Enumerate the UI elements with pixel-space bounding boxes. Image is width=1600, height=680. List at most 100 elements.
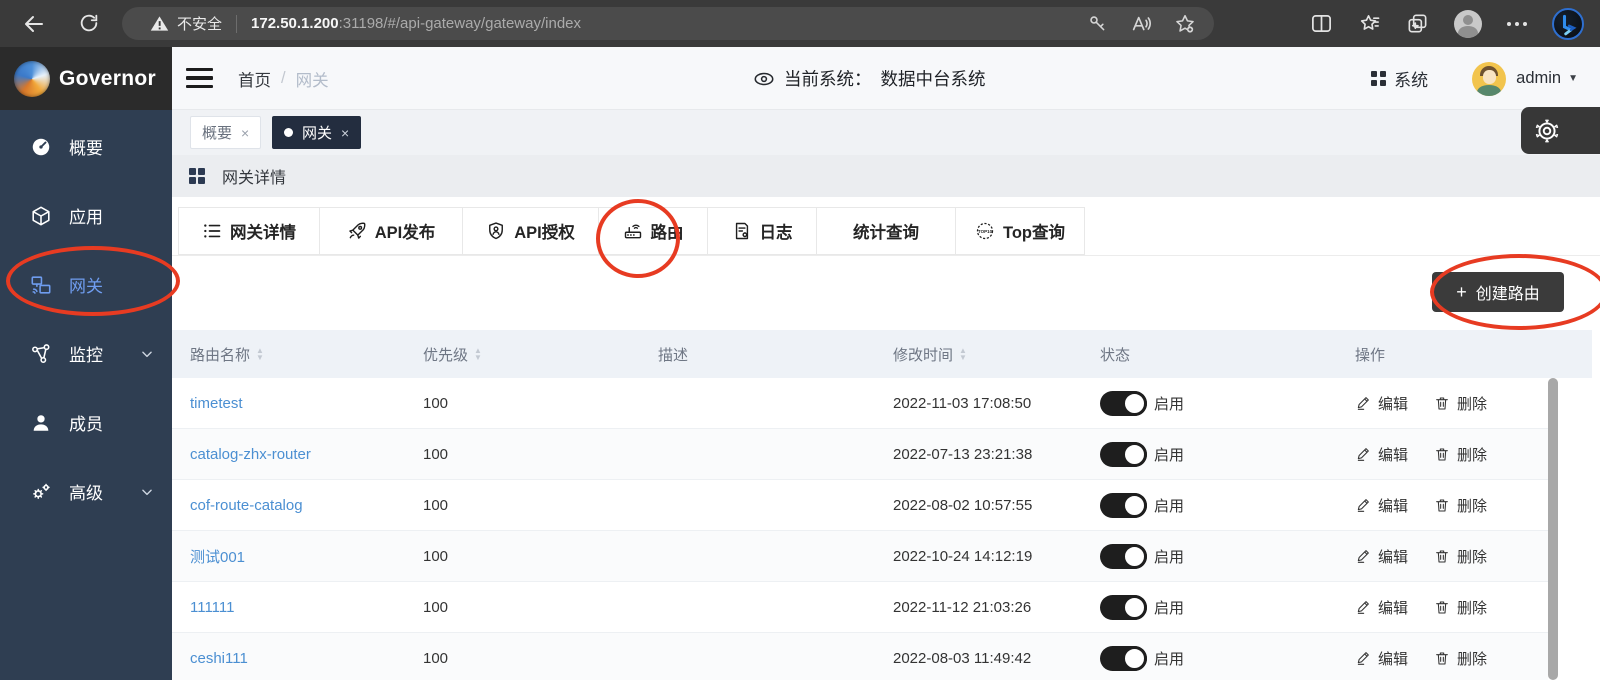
collapse-menu-icon[interactable] (186, 68, 213, 88)
delete-button[interactable]: 删除 (1434, 444, 1487, 465)
tab-stats-query[interactable]: 统计查询 (817, 207, 956, 255)
delete-button[interactable]: 删除 (1434, 495, 1487, 516)
delete-button[interactable]: 删除 (1434, 393, 1487, 414)
edit-label: 编辑 (1378, 546, 1408, 567)
route-priority: 100 (405, 446, 640, 463)
create-route-button[interactable]: + 创建路由 (1432, 272, 1564, 312)
security-label[interactable]: 不安全 (177, 13, 222, 34)
route-name-link[interactable]: 111111 (190, 599, 235, 616)
favorites-icon[interactable] (1358, 12, 1381, 35)
tab-gateway-detail[interactable]: 网关详情 (178, 207, 320, 255)
delete-button[interactable]: 删除 (1434, 546, 1487, 567)
browser-back-icon[interactable] (22, 12, 46, 36)
address-bar[interactable]: 不安全 172.50.1.200 :31198/#/api-gateway/ga… (122, 7, 1214, 40)
eye-icon[interactable] (753, 68, 775, 90)
close-icon[interactable]: × (241, 125, 249, 141)
table-row: timetest 100 2022-11-03 17:08:50 启用 编辑 删… (172, 378, 1548, 429)
system-menu[interactable]: 系统 (1371, 66, 1428, 91)
route-name-link[interactable]: ceshi111 (190, 650, 248, 667)
sidebar-item-gateway[interactable]: 网关 (0, 250, 172, 319)
theme-settings-button[interactable] (1521, 107, 1600, 154)
browser-more-icon[interactable] (1507, 22, 1527, 26)
user-caret-down-icon[interactable]: ▼ (1568, 73, 1578, 84)
delete-button[interactable]: 删除 (1434, 648, 1487, 669)
tab-top-query[interactable]: TOP10 Top查询 (956, 207, 1085, 255)
edit-button[interactable]: 编辑 (1355, 597, 1408, 618)
status-toggle[interactable] (1100, 646, 1147, 671)
edit-button[interactable]: 编辑 (1355, 546, 1408, 567)
table-row: cof-route-catalog 100 2022-08-02 10:57:5… (172, 480, 1548, 531)
sidebar-item-label: 网关 (69, 272, 103, 297)
username[interactable]: admin (1516, 69, 1561, 88)
status-label: 启用 (1154, 495, 1184, 516)
collections-icon[interactable] (1406, 12, 1429, 35)
section-title: 网关详情 (222, 164, 286, 188)
brand-name: Governor (59, 67, 156, 91)
table-scrollbar[interactable] (1548, 378, 1558, 680)
status-toggle[interactable] (1100, 391, 1147, 416)
tab-logs[interactable]: 日志 (708, 207, 817, 255)
route-name-link[interactable]: cof-route-catalog (190, 497, 303, 514)
chevron-down-icon[interactable] (140, 347, 154, 361)
breadcrumb-home[interactable]: 首页 (238, 67, 271, 91)
sort-icon[interactable]: ▲▼ (256, 347, 264, 361)
chevron-down-icon[interactable] (140, 485, 154, 499)
sidebar-item-members[interactable]: 成员 (0, 388, 172, 457)
sort-icon[interactable]: ▲▼ (959, 347, 967, 361)
url-path[interactable]: :31198/#/api-gateway/gateway/index (339, 15, 581, 32)
url-host[interactable]: 172.50.1.200 (251, 15, 339, 32)
tab-chip-overview[interactable]: 概要 × (190, 116, 261, 149)
status-toggle[interactable] (1100, 544, 1147, 569)
sort-icon[interactable]: ▲▼ (474, 347, 482, 361)
delete-button[interactable]: 删除 (1434, 597, 1487, 618)
route-name-link[interactable]: 测试001 (190, 546, 245, 567)
tab-label: API授权 (514, 219, 575, 243)
edit-button[interactable]: 编辑 (1355, 648, 1408, 669)
brand-logo[interactable]: Governor (0, 47, 172, 110)
system-menu-label: 系统 (1394, 66, 1428, 91)
bing-chat-icon[interactable] (1552, 8, 1584, 40)
sidebar-item-advanced[interactable]: 高级 (0, 457, 172, 526)
column-header-name[interactable]: 路由名称 ▲▼ (172, 344, 405, 365)
edit-button[interactable]: 编辑 (1355, 393, 1408, 414)
browser-profile-avatar[interactable] (1454, 10, 1482, 38)
tab-label: 统计查询 (853, 219, 919, 243)
tab-api-publish[interactable]: API发布 (320, 207, 463, 255)
route-priority: 100 (405, 650, 640, 667)
column-header-status: 状态 (1082, 344, 1337, 365)
user-avatar[interactable] (1472, 62, 1506, 96)
cube-icon (30, 205, 52, 227)
column-header-priority[interactable]: 优先级 ▲▼ (405, 344, 640, 365)
sidebar-item-apps[interactable]: 应用 (0, 181, 172, 250)
close-icon[interactable]: × (341, 125, 349, 141)
edit-button[interactable]: 编辑 (1355, 444, 1408, 465)
browser-toolbar: 不安全 172.50.1.200 :31198/#/api-gateway/ga… (0, 0, 1600, 47)
password-key-icon[interactable] (1087, 13, 1108, 34)
browser-refresh-icon[interactable] (78, 12, 102, 36)
column-header-modified[interactable]: 修改时间 ▲▼ (875, 344, 1082, 365)
status-toggle[interactable] (1100, 493, 1147, 518)
edit-button[interactable]: 编辑 (1355, 495, 1408, 516)
tab-routes[interactable]: 路由 (599, 207, 708, 255)
column-label: 路由名称 (190, 344, 250, 365)
split-screen-icon[interactable] (1310, 12, 1333, 35)
status-toggle[interactable] (1100, 595, 1147, 620)
status-toggle[interactable] (1100, 442, 1147, 467)
sidebar-item-monitor[interactable]: 监控 (0, 319, 172, 388)
apps-grid-icon (1371, 71, 1386, 86)
governor-logo-icon (14, 61, 50, 97)
table-body: timetest 100 2022-11-03 17:08:50 启用 编辑 删… (172, 378, 1548, 680)
tab-api-auth[interactable]: API授权 (463, 207, 599, 255)
route-name-link[interactable]: catalog-zhx-router (190, 446, 311, 463)
gears-icon (30, 481, 52, 503)
edit-label: 编辑 (1378, 495, 1408, 516)
insecure-warning-icon (150, 14, 169, 33)
read-aloud-icon[interactable] (1130, 13, 1152, 35)
tab-chip-gateway[interactable]: 网关 × (272, 116, 361, 149)
add-favorite-icon[interactable] (1174, 13, 1196, 35)
sidebar-item-overview[interactable]: 概要 (0, 112, 172, 181)
section-header: 网关详情 (172, 155, 1600, 197)
sidebar-item-label: 应用 (69, 203, 103, 228)
column-label: 修改时间 (893, 344, 953, 365)
route-name-link[interactable]: timetest (190, 395, 243, 412)
